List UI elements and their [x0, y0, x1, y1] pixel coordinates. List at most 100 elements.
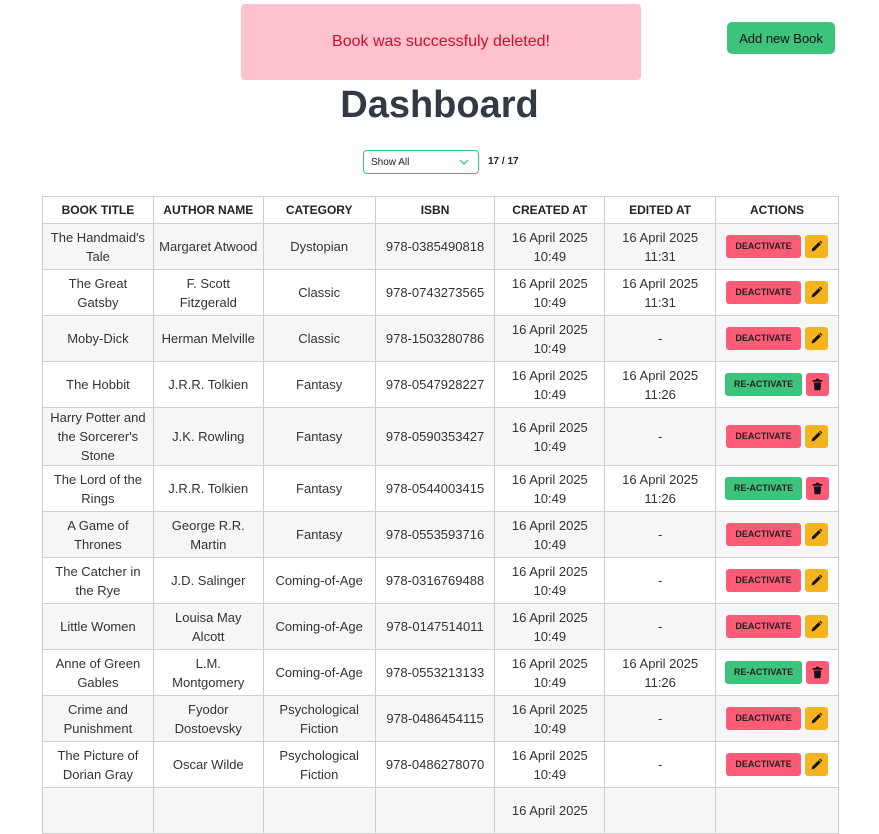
cell-actions: DEACTIVATE [715, 695, 839, 742]
cell-edited-at: - [604, 603, 716, 650]
cell-author-name [152, 787, 264, 834]
table-row: Harry Potter and the Sorcerer's Stone J.K… [42, 407, 839, 466]
table-row: 16 April 2025 [42, 787, 839, 834]
edit-button[interactable] [804, 523, 828, 546]
cell-isbn: 978-0743273565 [374, 269, 496, 316]
cell-book-title: Moby-Dick [42, 315, 154, 362]
deactivate-button[interactable]: DEACTIVATE [726, 235, 801, 258]
cell-author-name: F. Scott Fitzgerald [152, 269, 264, 316]
cell-actions: DEACTIVATE [715, 407, 839, 466]
cell-author-name: J.K. Rowling [152, 407, 264, 466]
deactivate-button[interactable]: DEACTIVATE [726, 569, 801, 592]
cell-actions: DEACTIVATE [715, 511, 839, 558]
header-book-title: BOOK TITLE [42, 196, 154, 224]
cell-author-name: Herman Melville [152, 315, 264, 362]
cell-actions: RE-ACTIVATE [715, 649, 839, 696]
cell-created-at: 16 April 2025 10:49 [494, 269, 606, 316]
cell-book-title: The Picture of Dorian Gray [42, 741, 154, 788]
trash-icon [812, 482, 823, 495]
cell-category: Coming-of-Age [262, 557, 376, 604]
delete-button[interactable] [806, 661, 830, 684]
pencil-icon [811, 758, 822, 770]
cell-category: Coming-of-Age [262, 649, 376, 696]
table-header-row: BOOK TITLE AUTHOR NAME CATEGORY ISBN CRE… [42, 196, 839, 224]
cell-book-title: Harry Potter and the Sorcerer's Stone [42, 407, 154, 466]
edit-button[interactable] [804, 425, 828, 448]
deactivate-button[interactable]: DEACTIVATE [726, 523, 801, 546]
edit-button[interactable] [804, 235, 828, 258]
cell-isbn: 978-0590353427 [374, 407, 496, 466]
header-isbn: ISBN [374, 196, 496, 224]
cell-category: Psychological Fiction [262, 741, 376, 788]
deactivate-button[interactable]: DEACTIVATE [726, 327, 801, 350]
pencil-icon [811, 332, 822, 344]
deactivate-button[interactable]: DEACTIVATE [726, 753, 801, 776]
cell-actions: DEACTIVATE [715, 557, 839, 604]
deactivate-button[interactable]: DEACTIVATE [726, 615, 801, 638]
cell-isbn: 978-0544003415 [374, 465, 496, 512]
deactivate-button[interactable]: DEACTIVATE [726, 707, 801, 730]
cell-book-title: The Great Gatsby [42, 269, 154, 316]
cell-isbn: 978-0385490818 [374, 223, 496, 270]
cell-book-title: A Game of Thrones [42, 511, 154, 558]
pencil-icon [811, 286, 822, 298]
cell-book-title: The Catcher in the Rye [42, 557, 154, 604]
cell-created-at: 16 April 2025 10:49 [494, 315, 606, 362]
cell-edited-at: - [604, 315, 716, 362]
cell-isbn: 978-0553213133 [374, 649, 496, 696]
cell-actions: DEACTIVATE [715, 223, 839, 270]
cell-author-name: Fyodor Dostoevsky [152, 695, 264, 742]
table-row: Crime and Punishment Fyodor Dostoevsky Psy… [42, 695, 839, 742]
cell-author-name: Margaret Atwood [152, 223, 264, 270]
table-row: Moby-Dick Herman Melville Classic 978-15032… [42, 315, 839, 362]
cell-edited-at: 16 April 2025 11:26 [604, 361, 716, 408]
table-row: A Game of Thrones George R.R. Martin Fanta… [42, 511, 839, 558]
cell-category: Fantasy [262, 511, 376, 558]
cell-actions: RE-ACTIVATE [715, 465, 839, 512]
cell-author-name: J.D. Salinger [152, 557, 264, 604]
edit-button[interactable] [804, 281, 828, 304]
edit-button[interactable] [804, 615, 828, 638]
trash-icon [812, 378, 823, 391]
cell-author-name: Oscar Wilde [152, 741, 264, 788]
reactivate-button[interactable]: RE-ACTIVATE [724, 661, 803, 684]
cell-edited-at: - [604, 511, 716, 558]
filter-select[interactable]: Show All [363, 150, 479, 174]
reactivate-button[interactable]: RE-ACTIVATE [724, 373, 803, 396]
edit-button[interactable] [804, 327, 828, 350]
add-book-button[interactable]: Add new Book [727, 22, 835, 54]
trash-icon [812, 666, 823, 679]
cell-edited-at: - [604, 407, 716, 466]
pencil-icon [811, 430, 822, 442]
toast-message: Book was successfuly deleted! [332, 33, 550, 50]
deactivate-button[interactable]: DEACTIVATE [726, 425, 801, 448]
cell-actions: DEACTIVATE [715, 603, 839, 650]
table-row: Little Women Louisa May Alcott Coming-of-A… [42, 603, 839, 650]
cell-edited-at: - [604, 557, 716, 604]
cell-isbn: 978-0147514011 [374, 603, 496, 650]
table-row: The Catcher in the Rye J.D. Salinger Comin… [42, 557, 839, 604]
cell-actions: DEACTIVATE [715, 269, 839, 316]
table-row: The Lord of the Rings J.R.R. Tolkien Fanta… [42, 465, 839, 512]
cell-edited-at: - [604, 741, 716, 788]
cell-category [262, 787, 376, 834]
cell-created-at: 16 April 2025 10:49 [494, 465, 606, 512]
cell-isbn [374, 787, 496, 834]
pencil-icon [811, 528, 822, 540]
delete-button[interactable] [806, 477, 830, 500]
cell-created-at: 16 April 2025 10:49 [494, 741, 606, 788]
cell-actions: DEACTIVATE [715, 741, 839, 788]
reactivate-button[interactable]: RE-ACTIVATE [724, 477, 803, 500]
edit-button[interactable] [804, 569, 828, 592]
books-table: BOOK TITLE AUTHOR NAME CATEGORY ISBN CRE… [42, 196, 839, 834]
toast-notification: Book was successfuly deleted! [241, 4, 641, 80]
edit-button[interactable] [804, 753, 828, 776]
deactivate-button[interactable]: DEACTIVATE [726, 281, 801, 304]
edit-button[interactable] [804, 707, 828, 730]
cell-created-at: 16 April 2025 10:49 [494, 649, 606, 696]
cell-book-title: The Handmaid's Tale [42, 223, 154, 270]
cell-edited-at [604, 787, 716, 834]
delete-button[interactable] [806, 373, 830, 396]
cell-created-at: 16 April 2025 10:49 [494, 223, 606, 270]
cell-created-at: 16 April 2025 10:49 [494, 511, 606, 558]
